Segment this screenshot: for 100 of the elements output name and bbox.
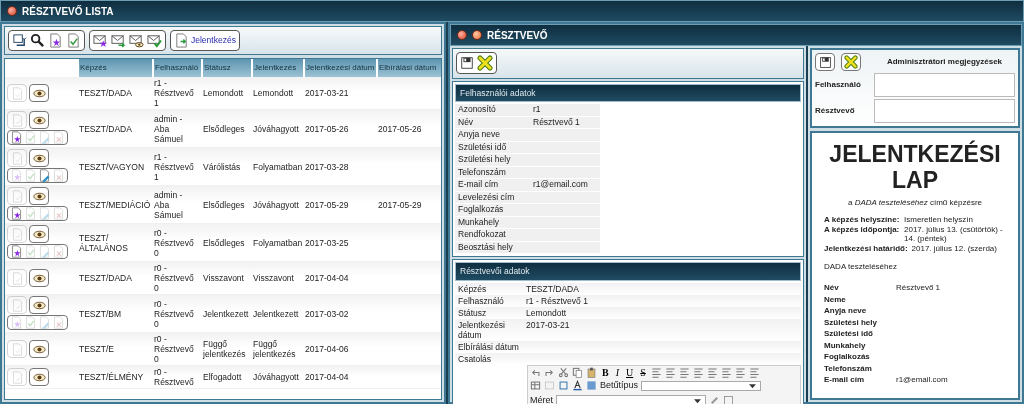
view-button[interactable]	[29, 340, 49, 358]
table-cell: r0 - Résztvevő 0	[154, 334, 194, 364]
redo-icon[interactable]	[544, 367, 555, 378]
table-cell: 2017-04-04	[305, 273, 349, 283]
pen-document-icon	[38, 245, 51, 258]
format-button[interactable]: S	[638, 367, 648, 378]
toolbar-button[interactable]	[129, 33, 144, 48]
field-label: Születési hely	[455, 154, 530, 167]
table-cell: 2017-04-06	[305, 344, 349, 354]
document-icon	[10, 298, 24, 312]
undo-icon[interactable]	[530, 367, 541, 378]
cross-document-icon	[52, 169, 65, 182]
table-cell: Visszavont	[253, 273, 294, 283]
star-document-icon	[48, 33, 63, 48]
info-label: A képzés időpontja:	[824, 224, 900, 236]
action-button[interactable]	[38, 169, 51, 182]
text-color-icon[interactable]	[572, 380, 583, 392]
field-label: Azonosító	[455, 104, 530, 117]
cancel-icon	[844, 55, 858, 69]
notes-field[interactable]	[874, 99, 1015, 123]
table-cell: 2017-03-28	[305, 161, 349, 172]
table-icon[interactable]	[530, 380, 541, 392]
column-header[interactable]: Felhasználó	[152, 59, 201, 77]
field-value: r1	[530, 104, 600, 117]
table-cell: Visszavont	[203, 273, 244, 283]
table-cell: Lemondott	[253, 88, 294, 98]
cancel-button[interactable]	[841, 53, 861, 71]
field-label: E-mail cím	[824, 374, 865, 386]
view-button[interactable]	[29, 149, 49, 167]
field-label: Születési hely	[824, 316, 878, 328]
justify-icon[interactable]	[748, 367, 760, 378]
table-cell: Függő jelentkezés	[203, 339, 246, 359]
panel-title: RÉSZTVEVŐ	[487, 28, 548, 43]
register-button[interactable]: Jelentkezés	[170, 30, 240, 51]
toolbar-button[interactable]	[30, 33, 45, 48]
pen-document-icon	[38, 316, 51, 329]
toolbar-button[interactable]	[93, 33, 108, 48]
column-header[interactable]: Jelentkezési dátum	[303, 59, 376, 77]
close-button[interactable]	[7, 6, 17, 16]
column-header[interactable]: Képzés	[77, 59, 152, 77]
view-button[interactable]	[29, 84, 49, 102]
align-left-icon[interactable]	[706, 367, 718, 378]
notes-field[interactable]	[874, 73, 1015, 97]
table-cell: 2017-05-29	[378, 199, 422, 210]
close-button[interactable]	[457, 30, 467, 40]
action-button[interactable]	[10, 207, 23, 220]
info-value: 2017. július 12. (szerda)	[911, 243, 997, 253]
table-cell: TESZT/BM	[79, 308, 122, 319]
view-button[interactable]	[29, 368, 49, 386]
copy-icon[interactable]	[572, 367, 583, 378]
field-value: r1@email.com	[530, 179, 600, 192]
field-label: Munkahely	[824, 339, 867, 351]
view-button[interactable]	[29, 111, 49, 129]
image-icon[interactable]	[723, 394, 734, 404]
cross-document-icon	[52, 245, 65, 258]
table-cell: TESZT/DADA	[79, 273, 132, 283]
section-header: Résztvevői adatok	[455, 262, 801, 281]
minimize-button[interactable]	[472, 30, 482, 40]
star-document-icon	[10, 316, 23, 329]
field-label: Betűtípus	[600, 379, 639, 392]
action-button[interactable]	[10, 245, 23, 258]
view-button[interactable]	[29, 296, 49, 314]
refresh-icon	[12, 33, 27, 48]
cancel-button[interactable]	[477, 55, 493, 71]
field-value: Résztvevő 1	[896, 282, 942, 294]
background-color-icon[interactable]	[586, 380, 597, 392]
info-value: Ismeretlen helyszín	[904, 215, 973, 225]
scissors-icon[interactable]	[558, 367, 569, 378]
field-label: Felhasználó	[815, 79, 862, 91]
check-document-icon	[24, 131, 37, 144]
save-icon	[460, 56, 474, 70]
table-cell: admin - Aba Sámuel	[154, 189, 183, 220]
paste-icon[interactable]	[586, 367, 597, 378]
column-header[interactable]: Jelentkezés	[251, 59, 303, 77]
table-cell: r0 - Résztvevő 0	[154, 227, 194, 258]
action-button[interactable]	[10, 131, 23, 144]
column-header[interactable]: Elbírálási dátum	[376, 59, 441, 77]
view-button[interactable]	[29, 225, 49, 243]
save-button[interactable]	[815, 53, 835, 71]
align-center-icon[interactable]	[720, 367, 732, 378]
format-button[interactable]: I	[613, 367, 621, 378]
toolbar-button[interactable]	[48, 33, 63, 48]
document-icon	[10, 86, 24, 100]
field-label: Státusz	[455, 307, 523, 319]
save-button[interactable]	[460, 56, 474, 70]
info-label: A képzés helyszíne:	[824, 215, 900, 225]
section-header: Felhasználói adatok	[455, 83, 801, 103]
column-header[interactable]: Státusz	[201, 59, 251, 77]
table-cell: Folyamatban	[253, 237, 303, 248]
align-right-icon[interactable]	[734, 367, 746, 378]
format-button[interactable]: U	[624, 367, 636, 378]
toolbar-button[interactable]	[12, 33, 27, 48]
format-button[interactable]: B	[600, 367, 611, 378]
view-button[interactable]	[29, 269, 49, 287]
field-label: Anyja neve	[824, 305, 868, 317]
field-label: Elbírálási dátum	[455, 341, 523, 353]
document-icon	[10, 113, 24, 127]
table-cell: TESZT/ÉLMÉNY	[79, 372, 144, 382]
field-label: Képzés	[455, 283, 523, 295]
view-button[interactable]	[29, 187, 49, 205]
